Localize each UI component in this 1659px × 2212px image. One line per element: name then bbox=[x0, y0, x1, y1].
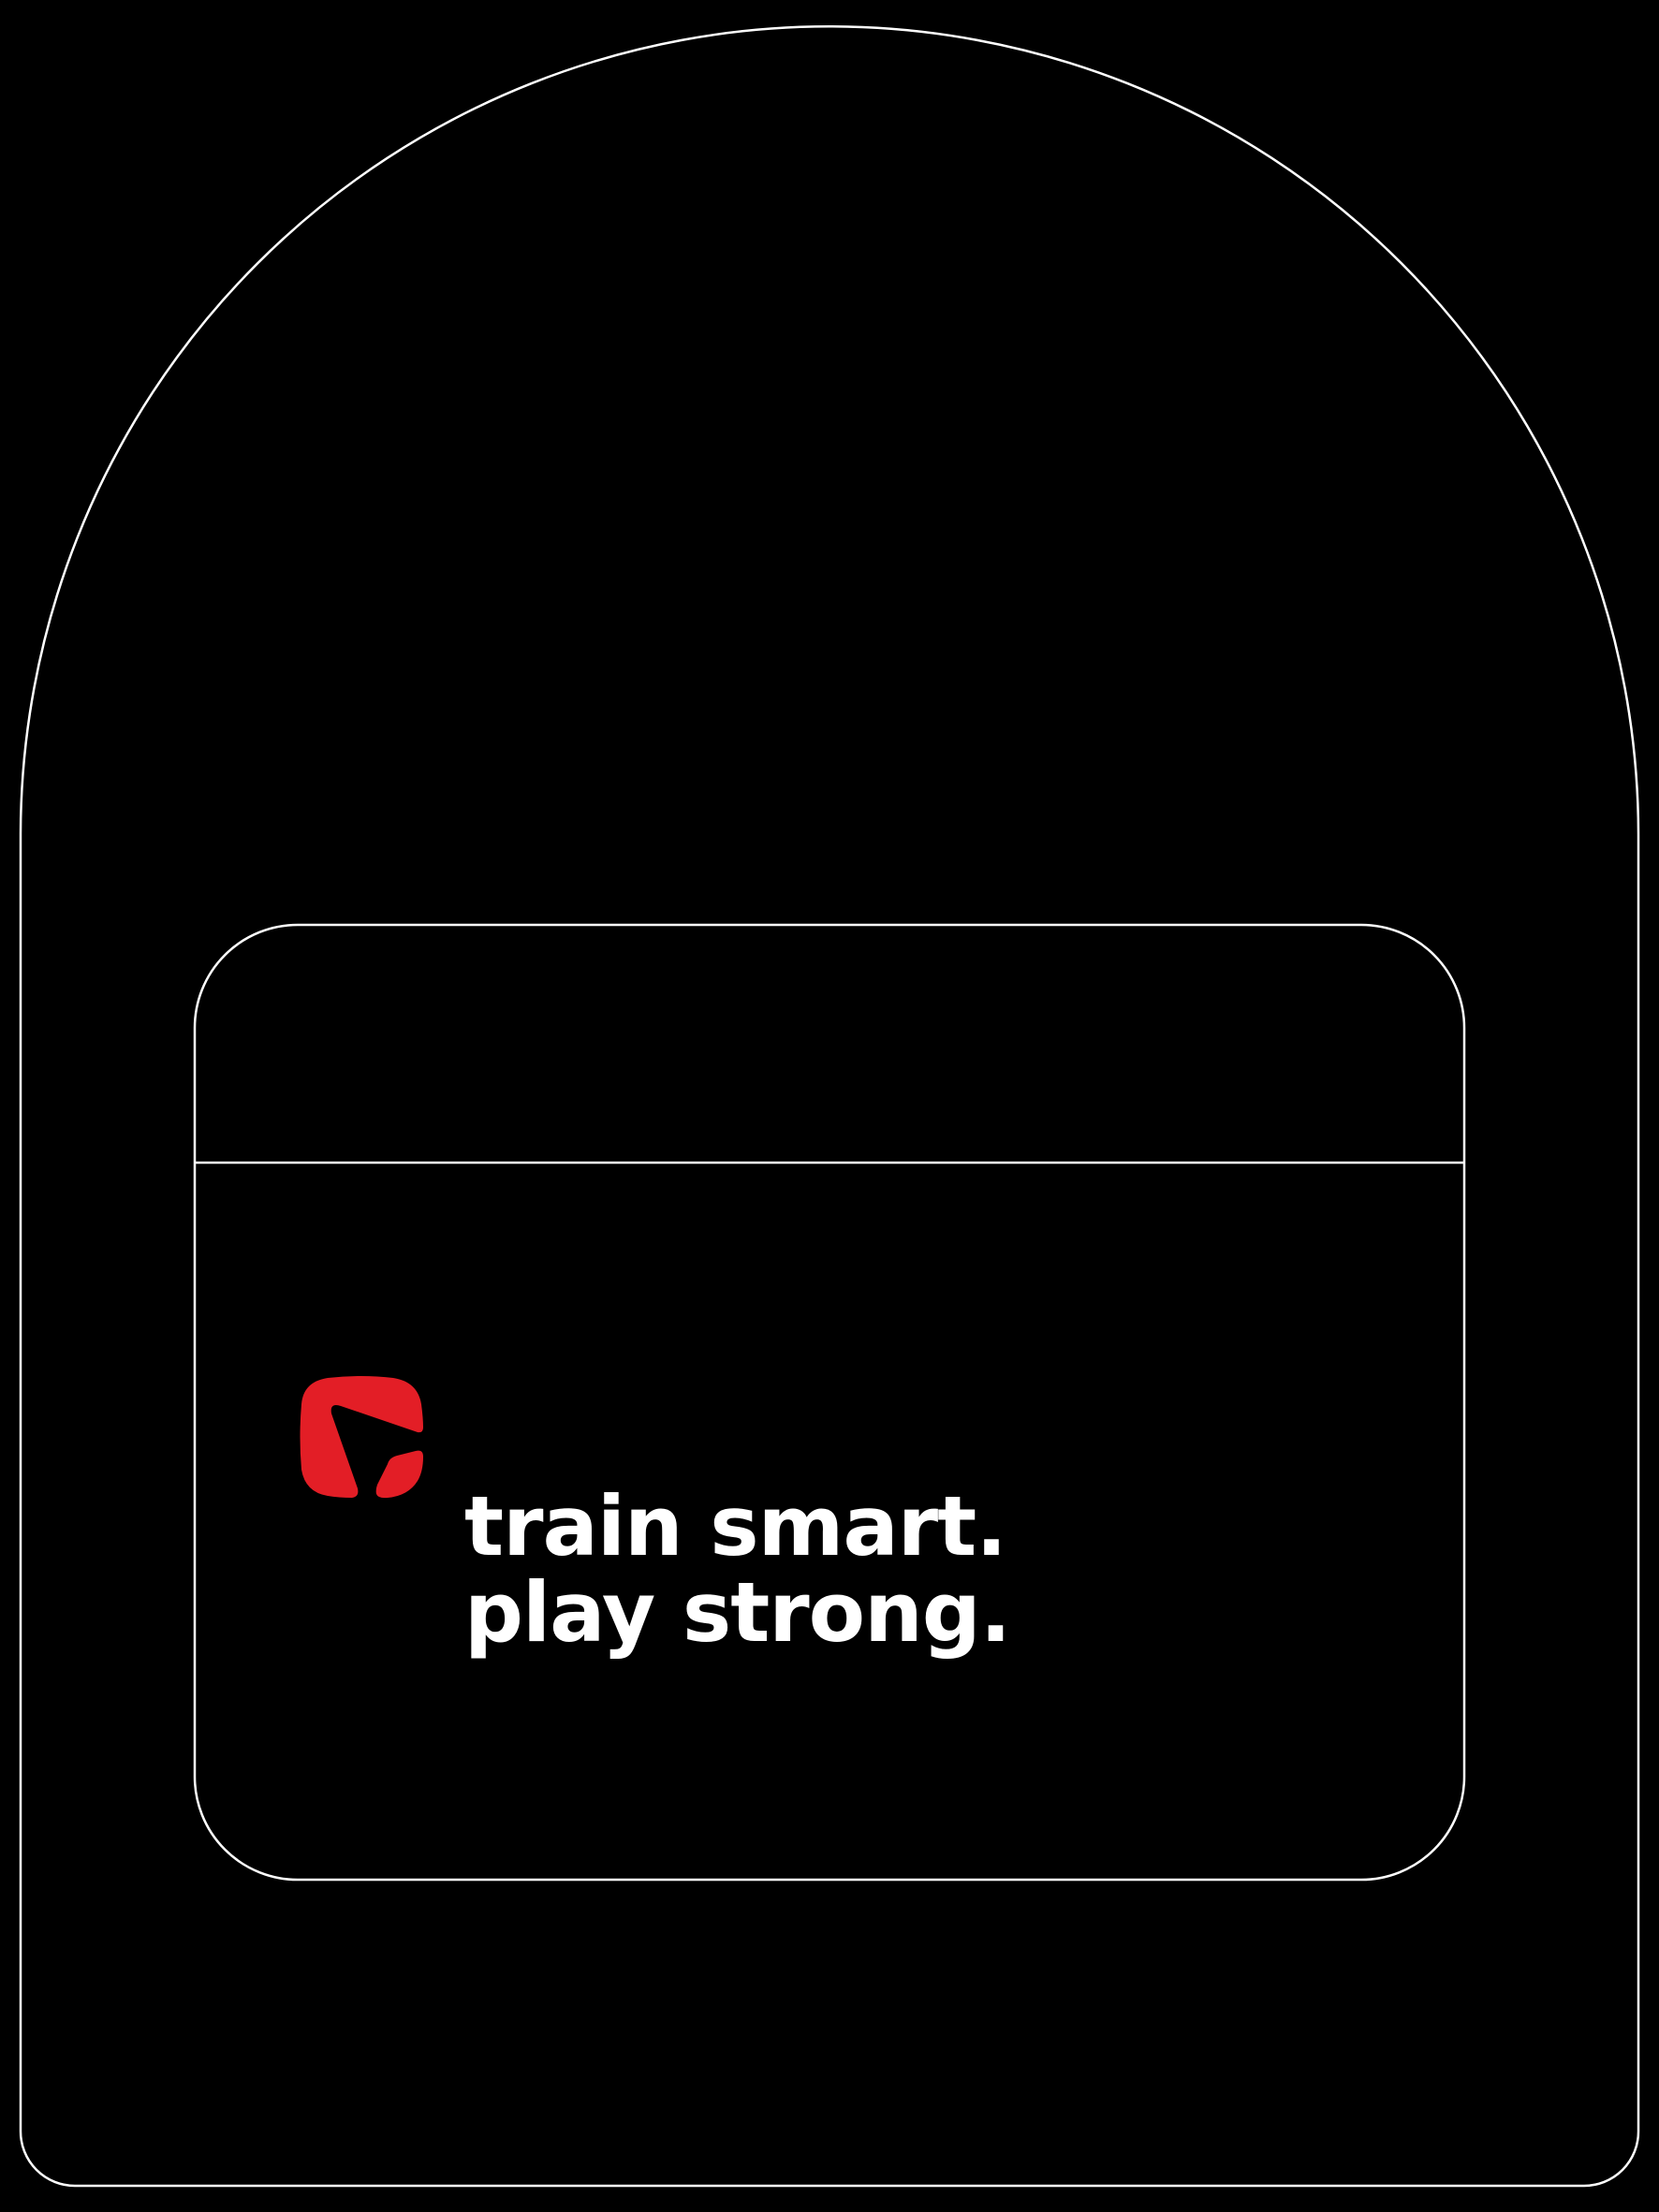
tagline-line-2: play strong. bbox=[464, 1564, 1011, 1661]
backpack-template bbox=[19, 24, 1640, 2188]
brand-logo-icon bbox=[300, 1376, 423, 1499]
tagline-line-1: train smart. bbox=[464, 1478, 1007, 1575]
tagline: train smart. play strong. bbox=[464, 1478, 1011, 1661]
backpack-body-outline bbox=[19, 24, 1640, 2188]
